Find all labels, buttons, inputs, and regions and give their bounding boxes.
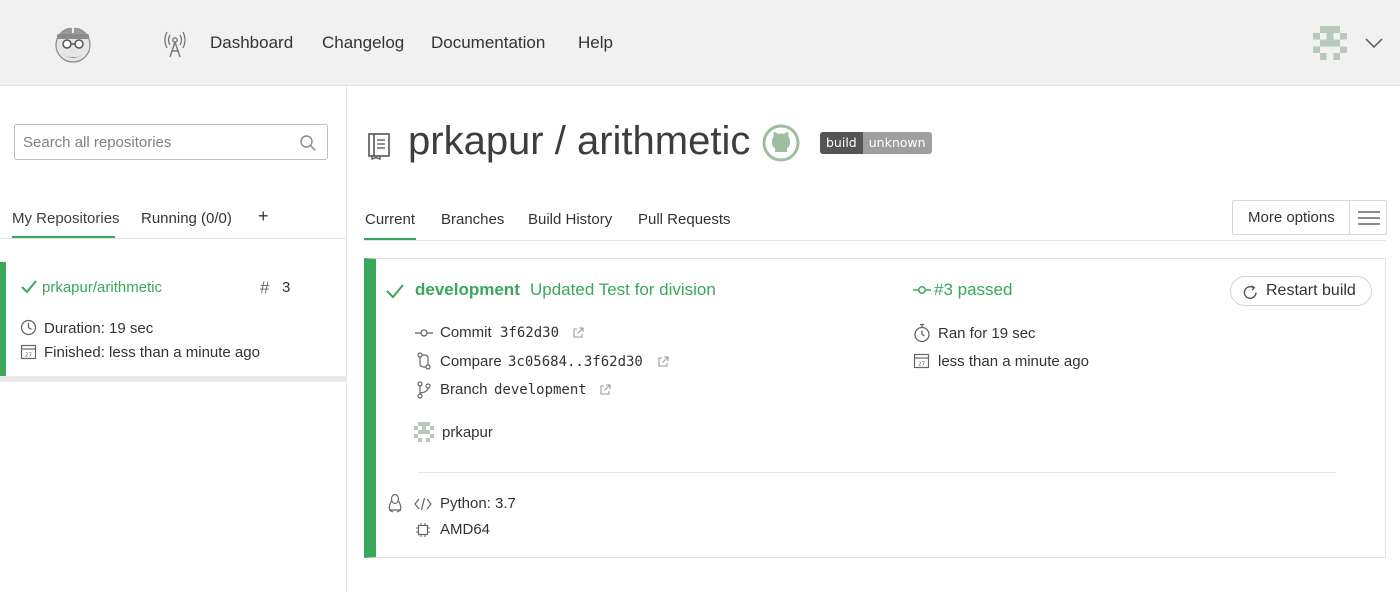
tab-my-repositories[interactable]: My Repositories: [12, 210, 120, 227]
badge-label: build: [820, 132, 863, 154]
check-icon: [386, 284, 404, 299]
compare-label: Compare: [440, 353, 502, 370]
branch-name-link[interactable]: development: [494, 382, 587, 398]
tower-icon[interactable]: [164, 30, 186, 58]
code-icon: [414, 497, 432, 511]
repo-card[interactable]: prkapur/arithmetic # 3 Duration: 19 sec …: [0, 262, 346, 376]
build-card: [364, 258, 1386, 558]
external-link-icon[interactable]: [572, 327, 584, 339]
badge-value: unknown: [862, 132, 932, 154]
author-name: prkapur: [442, 424, 493, 441]
build-card-divider: [418, 472, 1336, 473]
more-options-separator: [1349, 201, 1350, 234]
calendar-day: 27: [918, 362, 925, 368]
branch-icon: [417, 381, 431, 399]
external-link-icon[interactable]: [599, 384, 611, 396]
calendar-icon: 27: [20, 344, 37, 360]
cpu-icon: [416, 523, 430, 537]
svg-text:T: T: [70, 26, 77, 36]
tab-build-history[interactable]: Build History: [528, 211, 612, 228]
travis-logo-icon[interactable]: T: [48, 18, 98, 68]
book-icon: [368, 133, 390, 160]
github-icon[interactable]: [762, 124, 800, 162]
chevron-down-icon[interactable]: [1364, 36, 1384, 50]
tab-branches[interactable]: Branches: [441, 211, 504, 228]
tab-pull-requests[interactable]: Pull Requests: [638, 211, 731, 228]
clock-icon: [20, 319, 37, 336]
build-status-badge[interactable]: build unknown: [820, 132, 932, 154]
repo-name-link[interactable]: prkapur/arithmetic: [42, 279, 162, 296]
tab-current[interactable]: Current: [365, 211, 415, 228]
repo-finished: Finished: less than a minute ago: [44, 344, 260, 361]
calendar-icon: 27: [913, 353, 930, 369]
restart-build-label: Restart build: [1266, 282, 1356, 299]
commit-icon: [913, 286, 931, 294]
finished-text: less than a minute ago: [938, 353, 1089, 370]
commit-label: Commit: [440, 324, 492, 341]
tab-running[interactable]: Running (0/0): [141, 210, 232, 227]
compare-range-link[interactable]: 3c05684..3f62d30: [508, 354, 643, 370]
more-options-button[interactable]: More options: [1232, 200, 1387, 235]
identicon-avatar[interactable]: [1313, 26, 1347, 60]
build-number[interactable]: 3: [282, 279, 290, 296]
repo-duration: Duration: 19 sec: [44, 320, 154, 337]
hamburger-icon: [1358, 211, 1380, 225]
sidebar-tab-divider: [0, 238, 347, 239]
tabs-divider: [364, 240, 1386, 241]
compare-icon: [417, 352, 431, 370]
top-nav-bar: T Dashboard Changelog Documentation Help: [0, 0, 1400, 86]
nav-help[interactable]: Help: [578, 33, 613, 53]
check-icon: [21, 280, 37, 294]
ran-for-text: Ran for 19 sec: [938, 325, 1036, 342]
sidebar: My Repositories Running (0/0) + prkapur/…: [0, 86, 347, 592]
repo-title: prkapur / arithmetic: [408, 119, 751, 163]
nav-changelog[interactable]: Changelog: [322, 33, 404, 53]
commit-icon: [415, 329, 433, 337]
build-hash-symbol: #: [260, 278, 270, 297]
more-options-label: More options: [1248, 209, 1335, 226]
search-box[interactable]: [14, 124, 328, 160]
search-icon[interactable]: [299, 134, 317, 152]
calendar-day: 27: [25, 353, 32, 359]
search-input[interactable]: [15, 125, 295, 159]
commit-hash-link[interactable]: 3f62d30: [500, 325, 559, 341]
build-status-text[interactable]: #3 passed: [934, 280, 1012, 300]
build-branch-link[interactable]: development: [415, 280, 520, 300]
linux-icon: [388, 493, 402, 513]
stopwatch-icon: [914, 323, 930, 343]
branch-label: Branch: [440, 381, 488, 398]
external-link-icon[interactable]: [657, 356, 669, 368]
repo-card-divider: [0, 376, 346, 382]
arch-text: AMD64: [440, 521, 491, 538]
restart-icon: [1243, 285, 1257, 299]
add-repository-button[interactable]: +: [258, 206, 269, 227]
language-text: Python: 3.7: [440, 495, 516, 512]
restart-build-button[interactable]: Restart build: [1230, 276, 1372, 306]
nav-documentation[interactable]: Documentation: [431, 33, 545, 53]
nav-dashboard[interactable]: Dashboard: [210, 33, 293, 53]
author-avatar: [414, 422, 434, 442]
commit-message[interactable]: Updated Test for division: [530, 280, 716, 300]
